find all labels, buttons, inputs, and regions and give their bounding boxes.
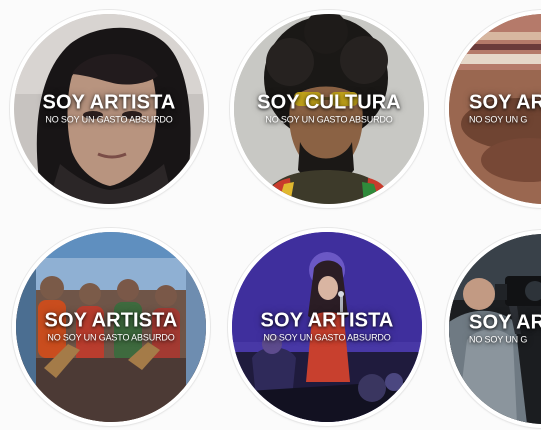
campaign-card-artista-partial-2[interactable]: SOY AR NO SOY UN G <box>445 230 541 428</box>
campaign-card-artista-3[interactable]: SOY ARTISTA NO SOY UN GASTO ABSURDO <box>228 228 426 426</box>
campaign-grid: SOY ARTISTA NO SOY UN GASTO ABSURDO SOY … <box>0 0 541 430</box>
portrait-man-sunglasses-photo <box>234 14 424 204</box>
campaign-card-artista-1[interactable]: SOY ARTISTA NO SOY UN GASTO ABSURDO <box>10 10 208 208</box>
singer-stage-photo <box>232 232 422 422</box>
campaign-card-artista-2[interactable]: SOY ARTISTA NO SOY UN GASTO ABSURDO <box>12 228 210 426</box>
portrait-woman-photo <box>14 14 204 204</box>
knit-hat-closeup-photo <box>449 14 541 204</box>
folk-band-photo <box>16 232 206 422</box>
campaign-card-artista-partial-1[interactable]: SOY AR NO SOY UN G <box>445 10 541 208</box>
camera-operator-photo <box>449 234 541 424</box>
campaign-card-cultura[interactable]: SOY CULTURA NO SOY UN GASTO ABSURDO <box>230 10 428 208</box>
